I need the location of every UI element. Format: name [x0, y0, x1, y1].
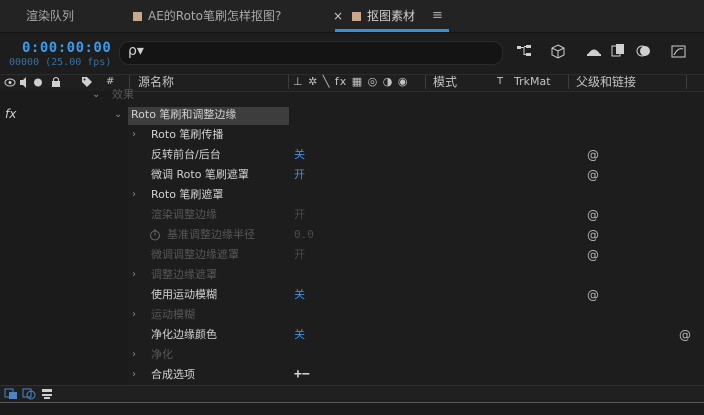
motion-blur-icon[interactable] — [636, 43, 652, 59]
property-label: 净化 — [151, 348, 173, 361]
expand-chevron-icon[interactable]: › — [132, 125, 136, 145]
tab-ae-roto-comp[interactable]: AE的Roto笔刷怎样抠图? — [133, 0, 281, 32]
column-divider — [568, 75, 569, 89]
tab-menu-icon[interactable]: ≡ — [432, 0, 443, 32]
tab-label: 抠图素材 — [367, 9, 416, 23]
property-label: 使用运动模糊 — [151, 288, 217, 301]
expand-chevron-icon[interactable]: › — [132, 345, 136, 365]
toggle-in-out-icon[interactable] — [40, 388, 54, 400]
effects-group-label: 效果 — [112, 88, 134, 101]
property-value[interactable]: 开 — [294, 165, 305, 185]
tab-keying-footage[interactable]: 抠图素材 — [352, 0, 415, 32]
expand-chevron-icon[interactable]: › — [132, 365, 136, 385]
property-label: 运动模糊 — [151, 308, 195, 321]
current-time-display[interactable]: 0:00:00:00 — [22, 40, 111, 56]
draft3d-icon[interactable] — [550, 43, 566, 59]
active-tab-indicator — [335, 29, 449, 32]
column-divider — [686, 75, 687, 89]
parent-pickwhip-icon[interactable]: @ — [587, 205, 599, 225]
add-remove-buttons[interactable]: +− — [294, 365, 310, 385]
tab-label: AE的Roto笔刷怎样抠图? — [148, 9, 282, 23]
toggle-modes-icon[interactable] — [22, 388, 36, 400]
expand-chevron-icon[interactable]: › — [132, 305, 136, 325]
property-label: 微调调整边缘遮罩 — [151, 248, 239, 261]
property-label: Roto 笔刷传播 — [151, 128, 224, 141]
column-mode[interactable]: 模式 — [433, 75, 457, 89]
search-icon[interactable]: ρ▾ — [128, 43, 144, 59]
shy-layers-icon[interactable] — [586, 44, 602, 58]
parent-pickwhip-icon[interactable]: @ — [587, 165, 599, 185]
property-value[interactable]: 开 — [294, 245, 305, 265]
effect-name[interactable]: Roto 笔刷和调整边缘 — [131, 105, 236, 125]
property-value[interactable]: 关 — [294, 325, 305, 345]
column-divider — [288, 75, 289, 89]
comp-flowchart-icon[interactable] — [516, 44, 532, 58]
property-value[interactable]: 关 — [294, 145, 305, 165]
av-switches-icon[interactable] — [4, 77, 62, 88]
parent-pickwhip-icon[interactable]: @ — [587, 285, 599, 305]
property-label: 反转前台/后台 — [151, 148, 221, 161]
parent-pickwhip-icon[interactable]: @ — [679, 325, 691, 345]
property-label: Roto 笔刷遮罩 — [151, 188, 224, 201]
property-label: 渲染调整边缘 — [151, 208, 217, 221]
property-label: 微调 Roto 笔刷遮罩 — [151, 168, 249, 181]
property-label: 合成选项 — [151, 368, 195, 381]
property-value[interactable]: 0.0 — [294, 225, 314, 245]
parent-pickwhip-icon[interactable]: @ — [587, 225, 599, 245]
frame-rate-display: 00000 (25.00 fps) — [9, 57, 112, 68]
property-label: 净化边缘颜色 — [151, 328, 217, 341]
property-label: 基准调整边缘半径 — [167, 228, 255, 241]
expand-chevron-icon[interactable]: › — [132, 185, 136, 205]
property-label: 调整边缘遮罩 — [151, 268, 217, 281]
fx-toggle-icon[interactable]: fx — [5, 104, 16, 124]
search-field[interactable] — [119, 41, 503, 65]
composition-icon — [133, 12, 142, 21]
graph-editor-icon[interactable] — [670, 43, 688, 59]
column-source-name[interactable]: 源名称 — [138, 75, 174, 89]
property-value[interactable]: 关 — [294, 285, 305, 305]
column-layer-switches[interactable]: ⊥ ✲ ╲ fx ▦ ◎ ◑ ◉ — [293, 75, 408, 89]
property-value[interactable]: 开 — [294, 205, 305, 225]
collapse-chevron-icon[interactable]: ⌄ — [114, 105, 122, 125]
timeline-scrollbar[interactable] — [0, 402, 704, 415]
column-preserve-transparency[interactable]: T — [497, 75, 503, 89]
stopwatch-icon[interactable] — [149, 229, 161, 241]
frame-blend-icon[interactable] — [610, 43, 626, 59]
expand-chevron-icon[interactable]: › — [132, 265, 136, 285]
parent-pickwhip-icon[interactable]: @ — [587, 245, 599, 265]
tab-label: 渲染队列 — [26, 9, 75, 23]
column-trkmat[interactable]: TrkMat — [514, 75, 551, 89]
toggle-switches-icon[interactable] — [4, 388, 18, 400]
layer-switch-strip — [0, 91, 128, 385]
column-divider — [425, 75, 426, 89]
composition-icon — [352, 12, 361, 21]
tab-close-button[interactable]: × — [333, 0, 343, 32]
collapse-chevron-icon[interactable]: ⌄ — [92, 85, 100, 105]
parent-pickwhip-icon[interactable]: @ — [587, 145, 599, 165]
tab-render-queue[interactable]: 渲染队列 — [26, 0, 74, 32]
column-parent-link[interactable]: 父级和链接 — [576, 75, 636, 89]
